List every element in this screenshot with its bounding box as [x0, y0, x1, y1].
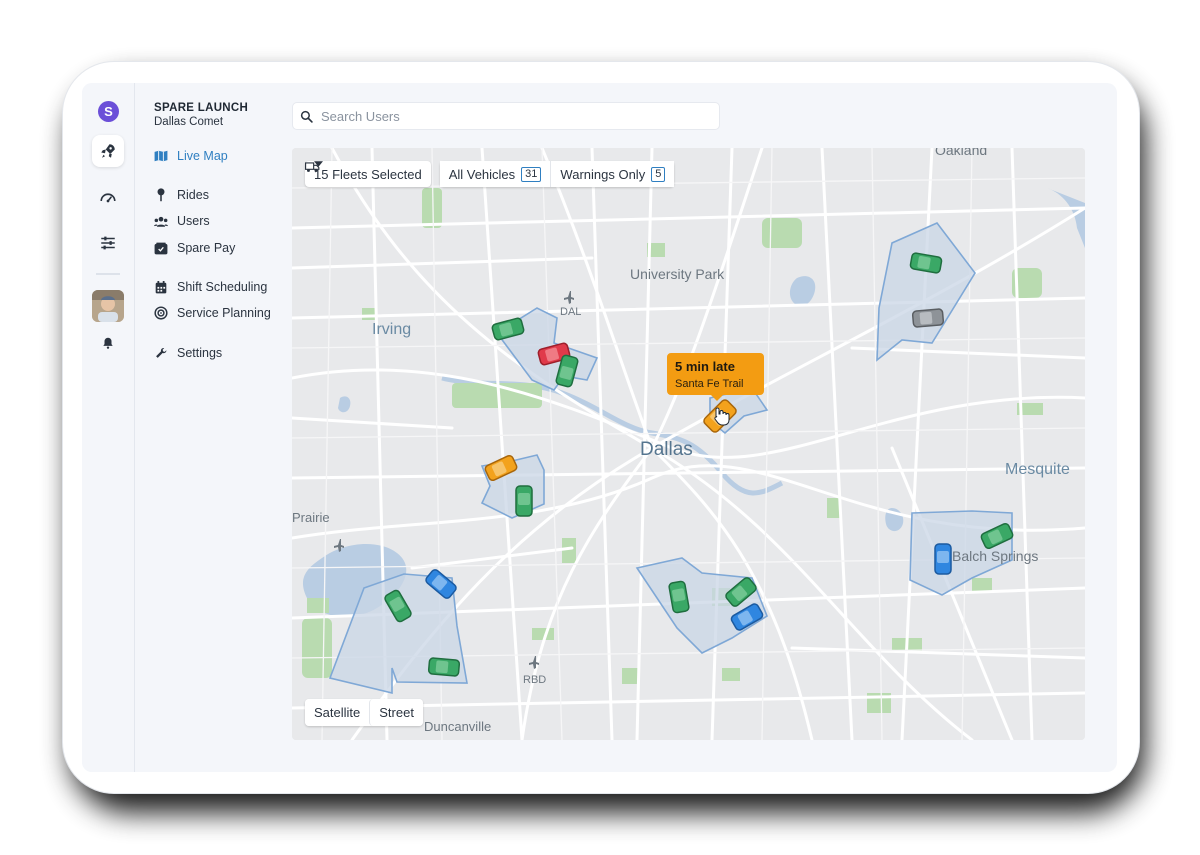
all-vehicles-button[interactable]: All Vehicles 31: [439, 161, 551, 187]
nav-item-rides[interactable]: Rides: [154, 186, 209, 204]
nav-item-spare-pay[interactable]: Spare Pay: [154, 239, 235, 257]
app-screen: S SPARE LAUNCH Dallas Comet Live Map Rid…: [82, 83, 1117, 772]
map-label-mesquite: Mesquite: [1005, 461, 1070, 478]
org-title: SPARE LAUNCH: [154, 102, 249, 114]
map-label-university-park: University Park: [630, 266, 725, 282]
fleets-dropdown[interactable]: 15 Fleets Selected: [305, 161, 431, 187]
vehicle-green: [427, 657, 461, 677]
search-bar: [292, 102, 720, 130]
map-type-toggle: Satellite Street: [305, 699, 423, 726]
map-label-oakland: Oakland: [935, 148, 988, 158]
nav-label: Rides: [177, 188, 209, 202]
wallet-icon: [154, 242, 168, 254]
gauge-icon: [100, 193, 116, 203]
map-label-dallas: Dallas: [640, 439, 693, 460]
nav-item-shift-scheduling[interactable]: Shift Scheduling: [154, 278, 267, 296]
fleets-label: 15 Fleets Selected: [314, 166, 422, 182]
nav-item-users[interactable]: Users: [154, 212, 210, 230]
rail-dashboard[interactable]: [92, 182, 124, 214]
rail-settings[interactable]: [92, 227, 124, 259]
nav-label: Service Planning: [177, 306, 271, 320]
users-icon: [154, 216, 168, 227]
rocket-icon: [101, 144, 115, 158]
search-input[interactable]: [319, 107, 703, 125]
map-icon: [154, 150, 168, 162]
vehicle-filter-segment: All Vehicles 31 Warnings Only 5: [439, 161, 675, 187]
avatar[interactable]: [92, 290, 124, 322]
street-button[interactable]: Street: [369, 699, 423, 726]
nav-label: Spare Pay: [177, 241, 236, 255]
caret-down-icon: [314, 161, 323, 167]
nav-item-live-map[interactable]: Live Map: [154, 147, 228, 165]
icon-rail: S: [82, 83, 135, 772]
target-icon: [154, 306, 168, 320]
calendar-icon: [155, 280, 167, 293]
pin-icon: [157, 188, 165, 202]
tooltip-title: 5 min late: [675, 359, 735, 374]
nav-label: Live Map: [177, 149, 228, 163]
warnings-only-button[interactable]: Warnings Only 5: [550, 161, 675, 187]
map-label-irving: Irving: [372, 321, 412, 338]
nav-label: Shift Scheduling: [177, 280, 268, 294]
search-icon: [300, 110, 313, 123]
brand-logo[interactable]: S: [98, 101, 119, 122]
all-vehicles-label: All Vehicles: [448, 166, 516, 182]
warnings-label: Warnings Only: [560, 166, 646, 182]
all-vehicles-count: 31: [521, 166, 542, 182]
map-label-dal: DAL: [560, 306, 582, 318]
vehicle-blue: [934, 543, 952, 575]
rail-divider: [96, 273, 120, 275]
org-subtitle: Dallas Comet: [154, 116, 224, 128]
nav-label: Settings: [177, 346, 223, 360]
wrench-icon: [155, 347, 166, 358]
map-toolbar: 15 Fleets Selected All Vehicles 31 Warni…: [305, 161, 675, 187]
vehicle-gray: [911, 308, 945, 328]
map-label-prairie: Prairie: [292, 510, 330, 525]
vehicle-green: [515, 485, 533, 517]
nav-label: Users: [177, 214, 210, 228]
rail-live-ops[interactable]: [92, 135, 124, 167]
vehicle-warning-tooltip[interactable]: 5 min late Santa Fe Trail: [667, 353, 764, 401]
brand-letter: S: [104, 104, 113, 119]
live-map[interactable]: Oakland University Park Irving DAL Dalla…: [292, 148, 1085, 740]
nav-item-settings[interactable]: Settings: [154, 344, 222, 362]
map-label-balch-springs: Balch Springs: [952, 548, 1039, 564]
tooltip-subtitle: Santa Fe Trail: [675, 378, 744, 390]
map-label-duncanville: Duncanville: [424, 719, 492, 734]
map-label-rbd: RBD: [523, 674, 547, 686]
rail-notifications[interactable]: [92, 327, 124, 359]
warnings-count: 5: [651, 166, 666, 182]
sliders-icon: [101, 236, 115, 250]
nav-item-service-planning[interactable]: Service Planning: [154, 304, 271, 322]
bell-icon: [103, 337, 113, 349]
satellite-button[interactable]: Satellite: [305, 699, 370, 726]
